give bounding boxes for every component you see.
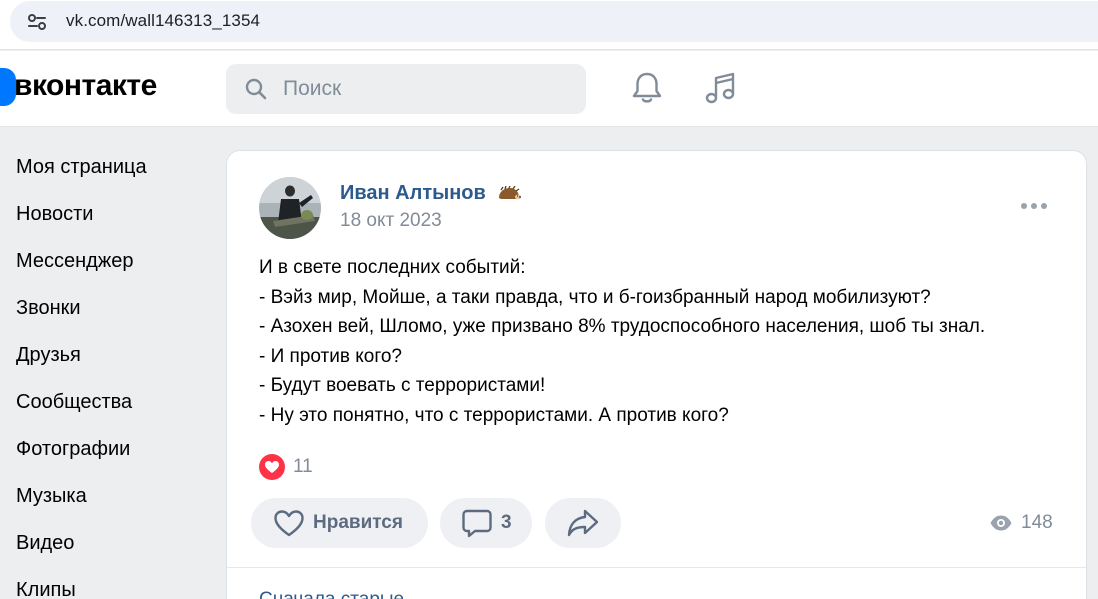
eye-icon (990, 515, 1012, 531)
post-line: - Азохен вей, Шломо, уже призвано 8% тру… (259, 316, 986, 338)
author-name[interactable]: Иван Алтынов (340, 182, 486, 204)
post-line: - Вэйз мир, Мойше, а таки правда, что и … (259, 286, 931, 308)
bell-icon[interactable] (630, 70, 664, 106)
left-sidebar: Моя страница Новости Мессенджер Звонки Д… (0, 145, 210, 599)
like-label: Нравится (313, 512, 403, 533)
search-icon (245, 78, 267, 100)
more-options-icon[interactable] (1019, 199, 1049, 213)
sidebar-item-messenger[interactable]: Мессенджер (0, 239, 210, 286)
site-header: вконтакте Поиск (0, 51, 1098, 127)
post-author[interactable]: Иван Алтынов (340, 182, 522, 205)
url-text[interactable]: vk.com/wall146313_1354 (66, 11, 260, 31)
site-info-icon[interactable] (24, 10, 50, 34)
sidebar-item-music[interactable]: Музыка (0, 474, 210, 521)
hedgehog-icon (499, 186, 522, 200)
post-card: Иван Алтынов 18 окт 2023 И в свете после… (226, 150, 1087, 599)
divider (227, 567, 1086, 568)
comment-count: 3 (501, 512, 512, 533)
sidebar-item-clips[interactable]: Клипы (0, 568, 210, 599)
post-date[interactable]: 18 окт 2023 (340, 210, 442, 232)
post-line: - Будут воевать с террористами! (259, 375, 546, 397)
post-text: И в свете последних событий: - Вэйз мир,… (259, 253, 1069, 431)
music-icon[interactable] (703, 70, 739, 106)
sidebar-item-news[interactable]: Новости (0, 192, 210, 239)
search-placeholder: Поиск (283, 77, 342, 100)
like-button[interactable]: Нравится (251, 498, 428, 548)
views-counter: 148 (989, 511, 1053, 535)
share-button[interactable] (545, 498, 621, 548)
comments-sort-link[interactable]: Сначала старые (259, 589, 404, 599)
sidebar-item-calls[interactable]: Звонки (0, 286, 210, 333)
views-count: 148 (1021, 512, 1053, 533)
logo-text[interactable]: вконтакте (14, 69, 157, 103)
browser-address-bar: vk.com/wall146313_1354 (0, 0, 1098, 50)
heart-reaction-icon (259, 454, 285, 480)
post-line: - И против кого? (259, 345, 402, 367)
sidebar-item-friends[interactable]: Друзья (0, 333, 210, 380)
search-input[interactable]: Поиск (226, 64, 586, 114)
sidebar-item-my-page[interactable]: Моя страница (0, 145, 210, 192)
avatar[interactable] (259, 177, 321, 239)
post-line: - Ну это понятно, что с террористами. А … (259, 404, 729, 426)
share-icon (567, 509, 599, 537)
omnibox[interactable]: vk.com/wall146313_1354 (10, 1, 1098, 42)
comment-icon (462, 509, 492, 538)
reactions-summary[interactable]: 11 (259, 452, 313, 482)
post-line: И в свете последних событий: (259, 257, 526, 278)
comment-button[interactable]: 3 (440, 498, 532, 548)
heart-outline-icon (274, 510, 304, 537)
reaction-count: 11 (293, 456, 313, 477)
sidebar-item-photos[interactable]: Фотографии (0, 427, 210, 474)
sidebar-item-video[interactable]: Видео (0, 521, 210, 568)
sidebar-item-communities[interactable]: Сообщества (0, 380, 210, 427)
